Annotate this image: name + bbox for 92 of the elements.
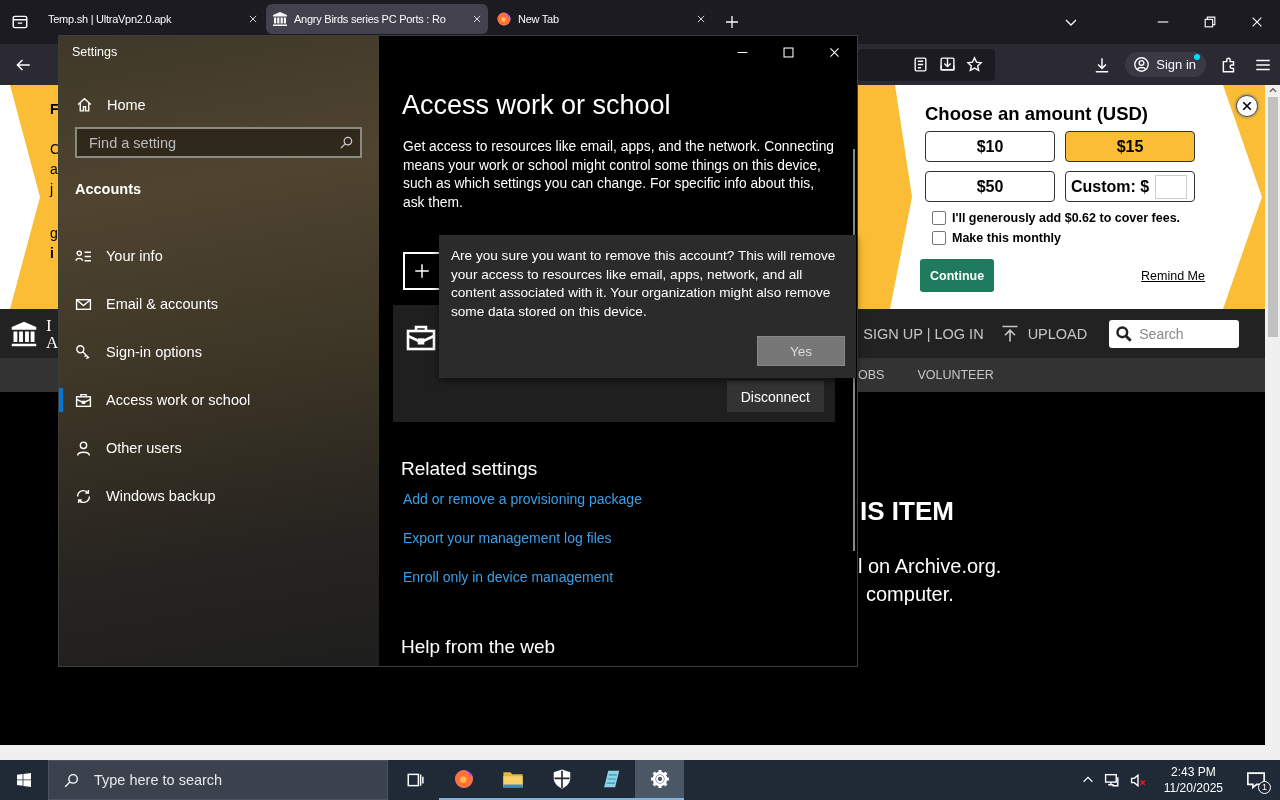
horizontal-scrollbar[interactable] xyxy=(0,745,1265,760)
close-icon[interactable] xyxy=(696,14,706,24)
browser-icon xyxy=(452,768,475,790)
banner-text: g xyxy=(50,224,58,243)
banner-text: a xyxy=(50,160,58,179)
amount-button[interactable]: $15 xyxy=(1065,131,1195,162)
amount-button[interactable]: $50 xyxy=(925,171,1055,202)
taskbar-button[interactable] xyxy=(635,760,684,800)
plus-icon xyxy=(413,262,431,280)
search-input[interactable]: Type here to search xyxy=(92,771,376,789)
star-icon[interactable] xyxy=(966,56,983,73)
home-nav-item[interactable]: Home xyxy=(76,96,379,113)
search-field[interactable]: Search xyxy=(1109,319,1240,348)
taskbar-search-field[interactable]: Type here to search xyxy=(48,760,388,800)
section-title: Related settings xyxy=(401,458,539,480)
browser-icon xyxy=(496,11,512,27)
search-icon xyxy=(1115,324,1134,343)
clock[interactable]: 2:43 PM 11/20/2025 xyxy=(1163,764,1223,796)
home-icon xyxy=(76,96,93,113)
close-icon[interactable] xyxy=(472,14,482,24)
banner-text: F xyxy=(50,100,59,119)
task-view-icon xyxy=(405,771,424,789)
temple-icon xyxy=(272,11,288,27)
key-icon xyxy=(75,343,92,361)
address-field[interactable] xyxy=(858,48,995,81)
donation-title: Choose an amount (USD) xyxy=(925,103,1150,125)
description-text: Get access to resources like email, apps, and the network. Connecting means your work or school might control some things on this device, such as which settings you can change. For specific info about this, ask them. xyxy=(403,138,835,212)
checkbox[interactable] xyxy=(932,231,946,245)
checkbox-label: Make this monthly xyxy=(952,231,1062,245)
nav-item[interactable]: Email & accounts xyxy=(59,280,379,328)
maximize-icon[interactable] xyxy=(781,45,795,59)
sign-in-button[interactable]: Sign in xyxy=(1125,52,1206,77)
page-heading: IS ITEM xyxy=(860,496,955,527)
scroll-up-icon[interactable] xyxy=(1267,85,1278,95)
banner-text: i xyxy=(50,244,54,263)
person-icon xyxy=(75,439,92,457)
nav-item[interactable]: Windows backup xyxy=(59,472,379,520)
window-title: Settings xyxy=(71,44,119,61)
upload-link[interactable]: UPLOAD xyxy=(1027,325,1088,342)
page-text: l on Archive.org. xyxy=(858,555,1003,578)
close-icon[interactable] xyxy=(827,45,841,59)
sync-icon xyxy=(75,487,92,505)
disconnect-button[interactable]: Disconnect xyxy=(726,381,824,412)
restore-icon[interactable] xyxy=(1202,15,1217,29)
settings-link[interactable]: Enroll only in device management xyxy=(403,567,857,588)
sign-up-link[interactable]: SIGN UP | LOG IN xyxy=(863,325,984,342)
scrollbar-thumb[interactable] xyxy=(1267,97,1278,337)
search-input[interactable]: Find a setting xyxy=(87,133,339,152)
logo-text: I xyxy=(46,316,53,334)
settings-link[interactable]: Add or remove a provisioning package xyxy=(403,489,857,510)
reader-icon[interactable] xyxy=(912,56,929,73)
temple-icon[interactable] xyxy=(10,319,38,348)
nav-item[interactable]: Sign-in options xyxy=(59,328,379,376)
search-field[interactable]: Find a setting xyxy=(75,127,362,158)
account-icon xyxy=(1133,56,1151,73)
amount-button[interactable]: $10 xyxy=(925,131,1055,162)
continue-button[interactable]: Continue xyxy=(920,259,995,292)
tab-list-icon[interactable] xyxy=(11,13,29,31)
search-input[interactable]: Search xyxy=(1139,325,1230,342)
settings-link[interactable]: Export your management log files xyxy=(403,528,857,549)
section-title: Help from the web xyxy=(401,636,557,658)
checkbox[interactable] xyxy=(932,211,946,225)
dialog-message: Are you sure you want to remove this account? This will remove your access to resources like email, apps, network, and all content associated with it. Your organization might also remove some data stored on this device. xyxy=(451,247,837,321)
close-icon[interactable] xyxy=(248,14,258,24)
browser-tab[interactable]: Temp.sh | UltraVpn2.0.apk xyxy=(42,4,264,34)
logo-text: A xyxy=(46,333,59,351)
close-icon xyxy=(1241,100,1253,112)
notification-count: 1 xyxy=(1258,781,1271,794)
nav-item[interactable]: Other users xyxy=(59,424,379,472)
nav-link[interactable]: OBS xyxy=(858,368,885,382)
briefcase-icon xyxy=(75,391,92,409)
custom-amount-field[interactable]: Custom: $ xyxy=(1065,171,1195,202)
nav-link[interactable]: VOLUNTEER xyxy=(917,368,994,382)
windows-icon[interactable] xyxy=(16,772,32,788)
remind-me-link[interactable]: Remind Me xyxy=(1141,268,1205,283)
banner-text: j xyxy=(50,180,54,199)
muted-volume-icon[interactable] xyxy=(1129,771,1147,789)
search-icon xyxy=(63,771,80,789)
section-title: Accounts xyxy=(75,181,143,197)
search-icon xyxy=(339,135,354,150)
browser-tab[interactable]: Angry Birds series PC Ports : Ro xyxy=(266,4,488,34)
network-icon[interactable] xyxy=(1103,771,1121,789)
new-tab-icon[interactable] xyxy=(724,14,740,30)
gear-icon xyxy=(648,768,671,790)
nav-item[interactable]: Access work or school xyxy=(59,376,379,424)
checkbox-label: I'll generously add $0.62 to cover fees. xyxy=(952,211,1181,225)
page-text: computer. xyxy=(866,583,955,606)
notification-icon[interactable] xyxy=(1246,770,1266,790)
nav-item[interactable]: Your info xyxy=(59,232,379,280)
page-heading: Access work or school xyxy=(402,90,672,121)
save-icon[interactable] xyxy=(939,56,956,73)
browser-tab[interactable]: New Tab xyxy=(490,4,712,34)
